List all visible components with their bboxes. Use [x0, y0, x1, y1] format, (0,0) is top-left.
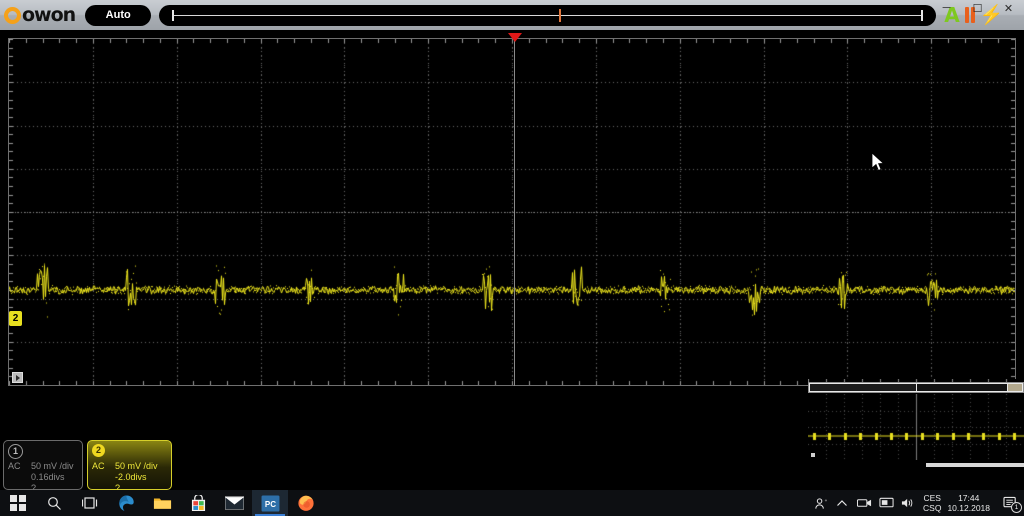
close-button[interactable]: ✕ — [993, 0, 1024, 16]
channel-2-offset: -2.0divs — [115, 472, 147, 482]
minimize-button[interactable]: ─ — [931, 0, 962, 16]
search-button[interactable] — [36, 490, 72, 516]
task-view-icon — [81, 497, 97, 509]
folder-icon — [153, 498, 171, 509]
svg-text:PC: PC — [264, 499, 275, 508]
search-icon — [47, 496, 61, 510]
task-view-button[interactable] — [72, 490, 108, 516]
firefox-button[interactable] — [288, 490, 324, 516]
show-hidden-icons-chevron-icon[interactable] — [831, 490, 853, 516]
maximize-button[interactable]: ☐ — [962, 0, 993, 16]
channel-2-ground-marker[interactable]: 2 — [9, 311, 22, 326]
slider-trigger-position-marker[interactable] — [559, 8, 562, 22]
horizontal-position-slider[interactable] — [159, 4, 937, 26]
overview-waveform-canvas — [808, 394, 1024, 460]
overview-scrollbar[interactable] — [808, 382, 1024, 393]
keyboard-layout-line2: CSQ — [923, 503, 942, 513]
mail-button[interactable] — [216, 490, 252, 516]
overview-scrollbar-handle[interactable] — [810, 384, 916, 391]
edge-icon — [118, 495, 134, 511]
clock-time: 17:44 — [958, 493, 980, 503]
svg-text:+: + — [824, 498, 826, 503]
channel-1-offset: 0.16divs — [31, 472, 65, 482]
pc-icon: PC — [261, 494, 279, 512]
notification-badge: 1 — [1011, 502, 1022, 513]
start-button[interactable] — [0, 490, 36, 516]
system-tray: + CES CSQ 17:44 10.12.2018 — [809, 490, 1024, 516]
window-controls: ─ ☐ ✕ — [931, 0, 1024, 16]
display-icon[interactable] — [875, 490, 897, 516]
channel-1-badge[interactable]: 1 — [8, 444, 23, 459]
volume-icon[interactable] — [897, 490, 919, 516]
owon-logo-text: owon — [22, 3, 76, 26]
clock-date: 10.12.2018 — [947, 503, 990, 513]
channel-1-coupling: AC — [8, 461, 21, 471]
keyboard-layout-line1: CES — [923, 493, 941, 503]
channel-2-volts-div: 50 mV /div — [115, 461, 158, 471]
overview-bottom-scrollbar[interactable] — [926, 463, 1024, 467]
trigger-position-line — [514, 40, 515, 386]
slider-left-handle[interactable] — [172, 9, 175, 21]
slider-right-handle[interactable] — [921, 9, 924, 21]
network-icon[interactable] — [853, 490, 875, 516]
windows-logo-icon — [10, 495, 26, 511]
trigger-marker-icon[interactable] — [508, 33, 522, 42]
owon-oscilloscope-window: owon Auto A ⚡ ─ ☐ ✕ 2 1 AC 50 mV /div 0.… — [0, 0, 1024, 516]
acquisition-mode-button[interactable]: Auto — [85, 4, 152, 26]
file-explorer-button[interactable] — [144, 490, 180, 516]
title-bar: owon Auto A ⚡ ─ ☐ ✕ — [0, 0, 1024, 30]
overview-corner-marker — [811, 453, 815, 457]
owon-logo: owon — [4, 0, 76, 30]
channel-2-coupling: AC — [92, 461, 105, 471]
waveform-canvas — [9, 39, 1015, 385]
channel-2-badge[interactable]: 2 — [92, 444, 105, 457]
scope-display-area[interactable]: 2 — [8, 38, 1016, 386]
firefox-icon — [298, 495, 314, 511]
channel-2-info-box[interactable]: 2 AC 50 mV /div -2.0divs ? — [87, 440, 172, 493]
mail-icon — [224, 496, 244, 510]
microsoft-store-button[interactable] — [180, 490, 216, 516]
clock[interactable]: 17:44 10.12.2018 — [947, 493, 990, 513]
people-icon[interactable]: + — [809, 490, 831, 516]
channel-1-volts-div: 50 mV /div — [31, 461, 74, 471]
edge-button[interactable] — [108, 490, 144, 516]
mouse-cursor — [872, 153, 885, 172]
store-icon — [191, 494, 205, 511]
channel-1-info-box[interactable]: 1 AC 50 mV /div 0.16divs ? — [3, 440, 83, 493]
keyboard-layout-indicator[interactable]: CES CSQ — [923, 493, 941, 513]
overview-scrollbar-end-cap[interactable] — [1008, 384, 1022, 391]
overview-scrollbar-track-fill — [917, 384, 1007, 391]
owon-scope-button[interactable]: PC — [252, 490, 288, 516]
notification-center-button[interactable]: 1 — [998, 490, 1024, 516]
slider-track — [173, 14, 923, 16]
zoom-overview-panel[interactable] — [808, 379, 1024, 469]
owon-logo-ring-icon — [4, 6, 21, 24]
run-stop-corner-marker[interactable] — [12, 372, 23, 383]
windows-taskbar: PC + — [0, 490, 1024, 516]
